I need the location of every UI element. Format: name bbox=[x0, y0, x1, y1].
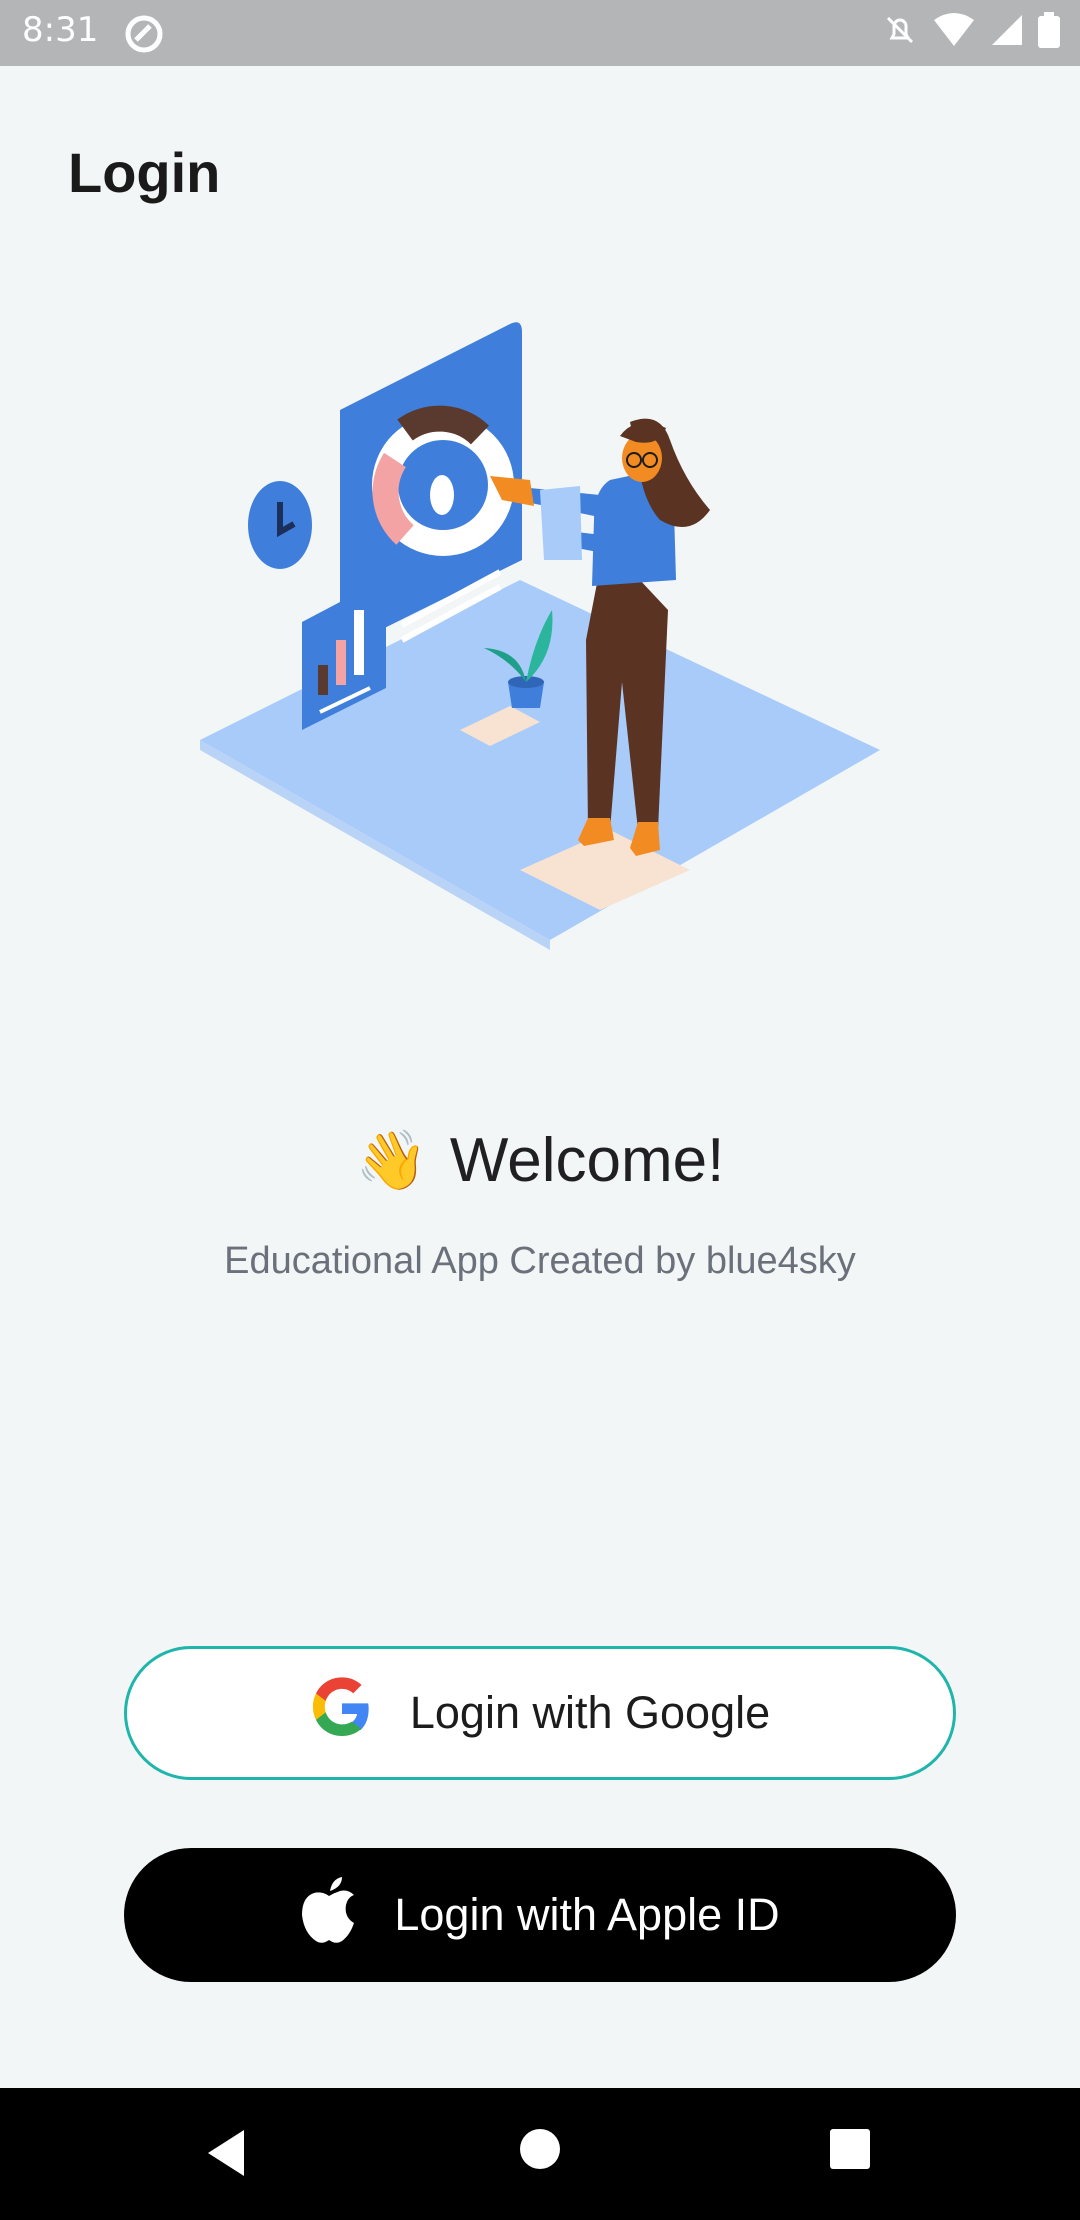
page-title: Login bbox=[68, 141, 221, 204]
login-with-google-button[interactable]: Login with Google bbox=[124, 1646, 956, 1780]
welcome-subtitle: Educational App Created by blue4sky bbox=[224, 1240, 856, 1282]
google-button-label: Login with Google bbox=[409, 1687, 771, 1738]
waving-hand-icon: 👋 bbox=[355, 1126, 428, 1194]
navigation-bar bbox=[0, 2088, 1080, 2220]
apple-icon bbox=[300, 1876, 358, 1954]
login-with-apple-button[interactable]: Login with Apple ID bbox=[124, 1848, 956, 1982]
recents-icon[interactable] bbox=[829, 2128, 871, 2174]
hero-illustration bbox=[190, 310, 890, 950]
status-bar: 8:31 bbox=[0, 0, 1080, 66]
status-time: 8:31 bbox=[22, 10, 99, 50]
bell-off-icon bbox=[882, 12, 918, 52]
home-icon[interactable] bbox=[519, 2128, 561, 2174]
battery-icon bbox=[1038, 12, 1060, 52]
back-icon[interactable] bbox=[204, 2128, 248, 2182]
welcome-heading: 👋 Welcome! bbox=[0, 1125, 1080, 1196]
google-icon bbox=[310, 1676, 374, 1751]
at-sign-icon bbox=[124, 14, 164, 58]
signal-icon bbox=[990, 13, 1024, 51]
wifi-icon bbox=[932, 12, 976, 52]
welcome-text: Welcome! bbox=[449, 1126, 725, 1195]
apple-button-label: Login with Apple ID bbox=[394, 1889, 780, 1940]
